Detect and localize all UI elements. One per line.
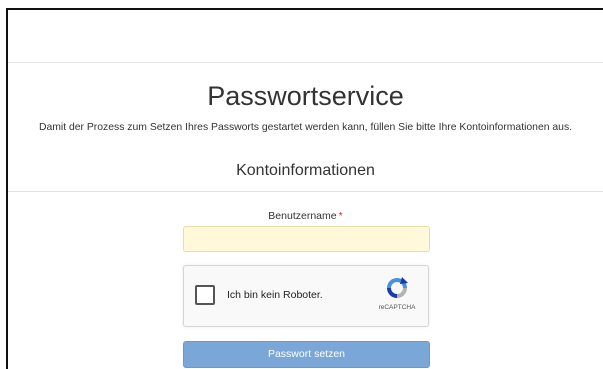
- set-password-button[interactable]: Passwort setzen: [183, 341, 430, 368]
- page-description: Damit der Prozess zum Setzen Ihres Passw…: [38, 122, 573, 133]
- required-marker: *: [338, 210, 343, 222]
- recaptcha-widget: Ich bin kein Roboter. reCAPTCHA: [183, 265, 429, 327]
- recaptcha-logo-icon: [387, 277, 408, 298]
- section-title: Kontoinformationen: [236, 162, 375, 179]
- page-title: Passwortservice: [207, 81, 404, 111]
- section-divider: [8, 191, 603, 192]
- recaptcha-logo: reCAPTCHA: [374, 275, 420, 311]
- username-input[interactable]: [183, 226, 430, 252]
- top-bar: [8, 10, 603, 63]
- username-label-text: Benutzername: [268, 210, 337, 222]
- recaptcha-brand: reCAPTCHA: [378, 304, 416, 311]
- username-label: Benutzername *: [8, 210, 603, 222]
- page-frame: Passwortservice Damit der Prozess zum Se…: [6, 8, 603, 369]
- recaptcha-checkbox[interactable]: [195, 285, 215, 305]
- recaptcha-label: Ich bin kein Roboter.: [227, 289, 323, 301]
